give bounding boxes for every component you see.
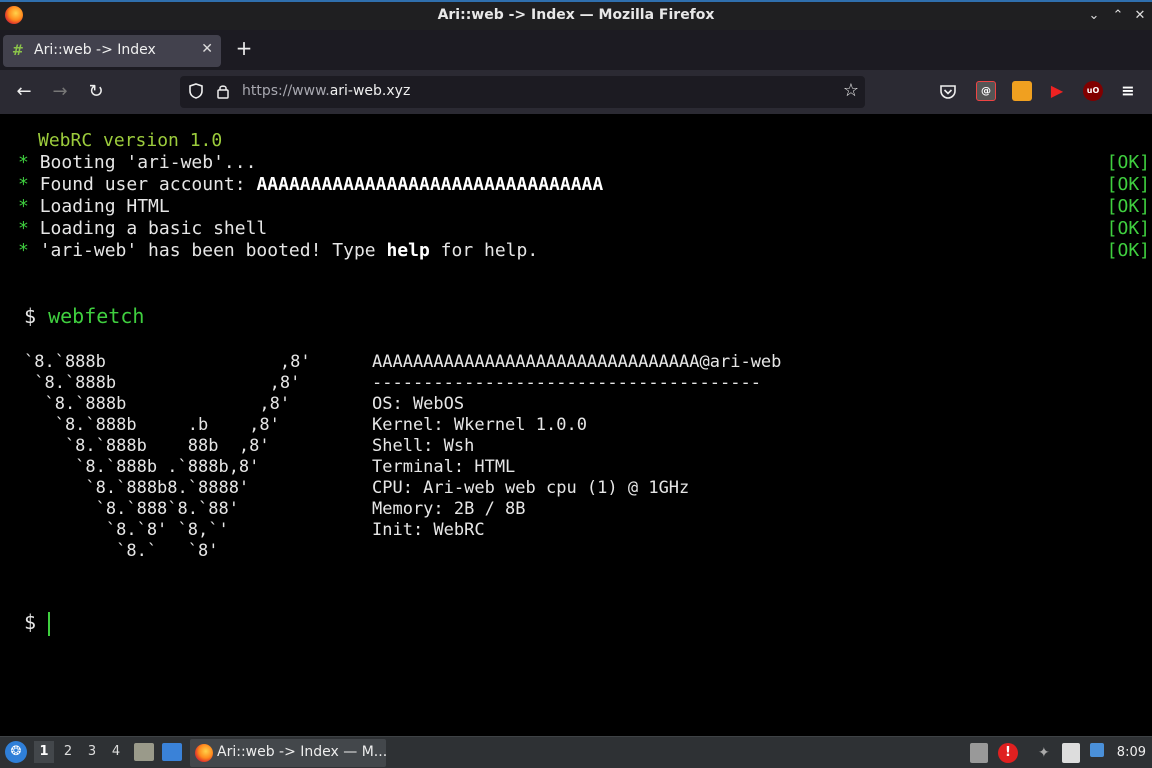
terminal-area: WebRC version 1.0 * Booting 'ari-web'...… [0, 114, 1152, 736]
workspace-2[interactable]: 2 [58, 741, 78, 763]
status-ok: [OK] [1106, 152, 1150, 173]
ascii-logo: `8.`888b ,8' `8.`888b ,8' `8.`888b ,8' `… [24, 352, 311, 561]
extension-youtube-icon[interactable]: ▶ [1047, 81, 1067, 101]
task-label: Ari::web -> Index — M... [217, 744, 388, 760]
tab-label: Ari::web -> Index [34, 42, 156, 58]
boot-line: * 'ari-web' has been booted! Type help f… [18, 240, 539, 261]
command-prompt-line: $ webfetch [24, 304, 144, 328]
info-init: Init: WebRC [372, 520, 485, 540]
boot-line: * Found user account: AAAAAAAAAAAAAAAAAA… [18, 174, 604, 195]
pocket-icon[interactable] [938, 83, 958, 101]
version-line: WebRC version 1.0 [38, 130, 223, 151]
alert-icon[interactable]: ! [998, 743, 1018, 763]
info-memory: Memory: 2B / 8B [372, 499, 526, 519]
workspace-3[interactable]: 3 [82, 741, 102, 763]
command-text: webfetch [48, 304, 145, 328]
firefox-icon [195, 744, 213, 762]
info-cpu: CPU: Ari-web web cpu (1) @ 1GHz [372, 478, 690, 498]
boot-line: * Loading HTML [18, 196, 170, 217]
notes-icon[interactable] [1062, 743, 1080, 763]
notification-icon[interactable] [1090, 743, 1104, 757]
status-ok: [OK] [1106, 174, 1150, 195]
system-info: AAAAAAAAAAAAAAAAAAAAAAAAAAAAAAAA@ari-web… [372, 352, 781, 541]
boot-line: * Booting 'ari-web'... [18, 152, 257, 173]
info-terminal: Terminal: HTML [372, 457, 516, 477]
minimize-icon[interactable]: ⌄ [1084, 6, 1104, 26]
back-button[interactable]: ← [13, 81, 35, 103]
close-window-icon[interactable]: ✕ [1130, 6, 1150, 26]
tracking-protection-shield-icon[interactable] [187, 82, 205, 100]
clipboard-icon[interactable] [970, 743, 988, 763]
close-tab-icon[interactable]: ✕ [201, 41, 213, 57]
input-prompt: $ [24, 610, 37, 634]
extension-notes-icon[interactable] [1012, 81, 1032, 101]
forward-button[interactable]: → [49, 81, 71, 103]
clock[interactable]: 8:09 [1117, 745, 1146, 760]
lock-icon[interactable] [216, 83, 230, 99]
info-os: OS: WebOS [372, 394, 465, 414]
status-ok: [OK] [1106, 196, 1150, 217]
ari-web-icon: # [12, 43, 24, 59]
taskbar: ❂ 1 2 3 4 Ari::web -> Index — M... ! ✦ 8… [0, 736, 1152, 768]
tab-strip: # Ari::web -> Index ✕ [0, 30, 1152, 70]
url-text[interactable]: https://www.ari-web.xyz [242, 83, 410, 99]
window-title: Ari::web -> Index — Mozilla Firefox [437, 7, 715, 23]
address-bar[interactable]: https://www.ari-web.xyz ☆ [180, 76, 865, 108]
tab-ari-web-index[interactable]: # Ari::web -> Index ✕ [3, 35, 221, 67]
bookmark-star-icon[interactable]: ☆ [843, 80, 859, 101]
status-ok: [OK] [1106, 240, 1150, 261]
file-manager-icon[interactable] [134, 743, 154, 761]
workspace-4[interactable]: 4 [106, 741, 126, 763]
separator: -------------------------------------- [372, 373, 761, 393]
boot-line: * Loading a basic shell [18, 218, 268, 239]
new-tab-button[interactable]: + [233, 37, 255, 59]
start-menu-icon[interactable]: ❂ [5, 741, 27, 763]
user-host: AAAAAAAAAAAAAAAAAAAAAAAAAAAAAAAA@ari-web [372, 352, 782, 372]
menu-icon[interactable]: ≡ [1118, 81, 1138, 101]
info-kernel: Kernel: Wkernel 1.0.0 [372, 415, 587, 435]
taskbar-item-firefox[interactable]: Ari::web -> Index — M... [190, 739, 388, 767]
prompt-symbol: $ [24, 304, 37, 328]
show-desktop-icon[interactable] [162, 743, 182, 761]
window-titlebar: Ari::web -> Index — Mozilla Firefox ⌄ ⌃ … [0, 0, 1152, 30]
reload-button[interactable]: ↻ [85, 81, 107, 103]
info-shell: Shell: Wsh [372, 436, 475, 456]
status-ok: [OK] [1106, 218, 1150, 239]
maximize-icon[interactable]: ⌃ [1108, 6, 1128, 26]
network-icon[interactable]: ✦ [1038, 743, 1056, 763]
text-cursor[interactable] [48, 612, 50, 636]
extension-mask-icon[interactable]: @ [976, 81, 996, 101]
ublock-origin-icon[interactable]: uO [1083, 81, 1103, 101]
workspace-1[interactable]: 1 [34, 741, 54, 763]
